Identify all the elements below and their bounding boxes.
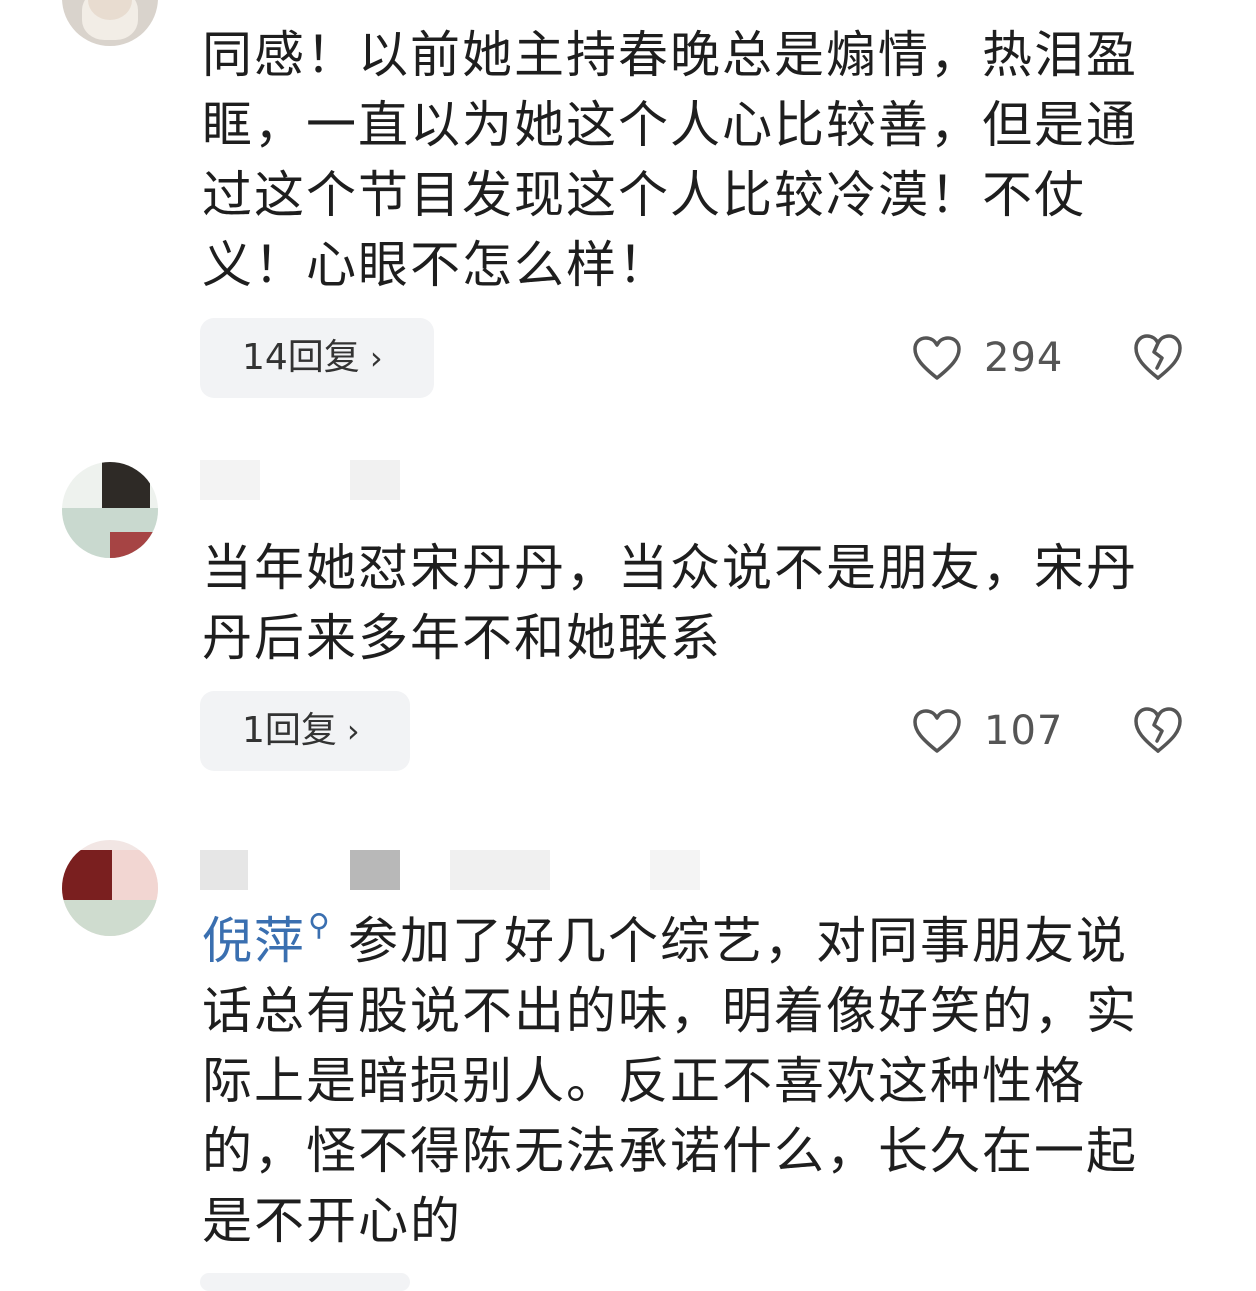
mention-link[interactable]: 倪萍 bbox=[202, 912, 306, 970]
broken-heart-icon[interactable] bbox=[1132, 332, 1184, 384]
comment-line: 眶，一直以为她这个人心比较善，但是通 bbox=[202, 96, 1138, 154]
comment-line-text: 参加了好几个综艺，对同事朋友说 bbox=[347, 912, 1128, 970]
comment-line: 际上是暗损别人。反正不喜欢这种性格 bbox=[202, 1052, 1086, 1110]
reply-count-label: 1回复 bbox=[242, 710, 337, 751]
avatar[interactable] bbox=[62, 462, 158, 558]
comment-line: 当年她怼宋丹丹，当众说不是朋友，宋丹 bbox=[202, 539, 1138, 597]
reply-count-label: 14回复 bbox=[242, 337, 360, 378]
username-redacted bbox=[200, 850, 700, 890]
like-count: 107 bbox=[984, 708, 1064, 754]
comment-3: 倪萍⚲ 参加了好几个综艺，对同事朋友说 话总有股说不出的味，明着像好笑的，实 际上… bbox=[0, 820, 1256, 1291]
chevron-right-icon: › bbox=[346, 712, 360, 750]
like-button[interactable]: 107 bbox=[912, 701, 1063, 761]
comment-2: 当年她怼宋丹丹，当众说不是朋友，宋丹 丹后来多年不和她联系 1回复 › 107 bbox=[0, 440, 1256, 800]
comment-text: 当年她怼宋丹丹，当众说不是朋友，宋丹 丹后来多年不和她联系 bbox=[202, 533, 1192, 673]
like-count: 294 bbox=[984, 335, 1064, 381]
search-icon[interactable]: ⚲ bbox=[308, 906, 332, 946]
comment-line: 的，怪不得陈无法承诺什么，长久在一起 bbox=[202, 1122, 1138, 1180]
comment-text: 倪萍⚲ 参加了好几个综艺，对同事朋友说 话总有股说不出的味，明着像好笑的，实 际上… bbox=[202, 906, 1192, 1256]
heart-outline-icon bbox=[912, 708, 962, 754]
comment-line: 过这个节目发现这个人比较冷漠！不仗 bbox=[202, 166, 1086, 224]
username-redacted bbox=[200, 460, 520, 500]
comment-line: 同感！以前她主持春晚总是煽情，热泪盈 bbox=[202, 26, 1138, 84]
comment-line: 倪萍⚲ 参加了好几个综艺，对同事朋友说 bbox=[202, 906, 1192, 976]
comment-text: 同感！以前她主持春晚总是煽情，热泪盈 眶，一直以为她这个人心比较善，但是通 过这… bbox=[202, 20, 1192, 300]
view-replies-button[interactable] bbox=[200, 1273, 410, 1291]
comment-1: 同感！以前她主持春晚总是煽情，热泪盈 眶，一直以为她这个人心比较善，但是通 过这… bbox=[0, 0, 1256, 420]
like-button[interactable]: 294 bbox=[912, 328, 1063, 388]
avatar[interactable] bbox=[62, 0, 158, 46]
view-replies-button[interactable]: 1回复 › bbox=[200, 691, 410, 771]
comment-line: 是不开心的 bbox=[202, 1192, 462, 1250]
broken-heart-icon[interactable] bbox=[1132, 705, 1184, 757]
comment-line: 义！心眼不怎么样！ bbox=[202, 236, 670, 294]
view-replies-button[interactable]: 14回复 › bbox=[200, 318, 434, 398]
comment-line: 话总有股说不出的味，明着像好笑的，实 bbox=[202, 982, 1138, 1040]
comment-line: 丹后来多年不和她联系 bbox=[202, 609, 722, 667]
chevron-right-icon: › bbox=[369, 339, 383, 377]
avatar[interactable] bbox=[62, 840, 158, 936]
heart-outline-icon bbox=[912, 335, 962, 381]
